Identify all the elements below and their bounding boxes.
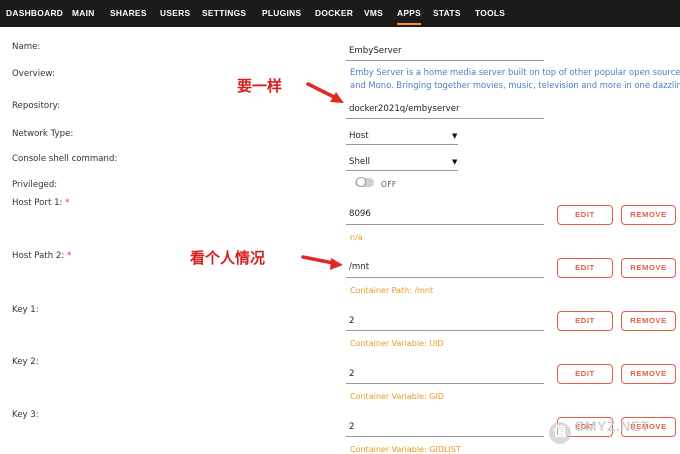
nav-vms[interactable]: VMS <box>364 0 383 27</box>
privileged-toggle[interactable] <box>355 177 374 187</box>
host-path-input[interactable]: /mnt <box>349 262 369 272</box>
privileged-label: Privileged: <box>12 180 58 190</box>
key2-underline <box>346 383 544 384</box>
key1-underline <box>346 330 544 331</box>
repository-input[interactable]: docker2021q/embyserver <box>349 104 460 114</box>
key2-label: Key 2: <box>12 357 39 367</box>
key3-label: Key 3: <box>12 410 39 420</box>
host-path-sub: Container Path: /mnt <box>350 286 434 295</box>
remove-button[interactable]: REMOVE <box>621 311 676 331</box>
overview-line-2: and Mono. Bringing together movies, musi… <box>350 79 680 90</box>
toggle-knob <box>356 177 366 187</box>
repository-label: Repository: <box>12 101 60 111</box>
key3-underline <box>346 436 544 437</box>
key1-label: Key 1: <box>12 305 39 315</box>
edit-button[interactable]: EDIT <box>557 205 613 225</box>
nav-main[interactable]: MAIN <box>72 0 95 27</box>
arrow-to-repository-icon <box>306 82 344 103</box>
annotation-depends: 看个人情况 <box>190 249 266 267</box>
host-port-sub: n/a <box>350 233 363 242</box>
watermark: SMYZ.NET <box>575 418 650 434</box>
network-type-label: Network Type: <box>12 129 74 139</box>
chevron-down-icon[interactable]: ▼ <box>452 132 457 140</box>
name-label: Name: <box>12 42 41 52</box>
annotation-same: 要一样 <box>237 77 283 95</box>
chevron-down-icon[interactable]: ▼ <box>452 158 457 166</box>
required-mark: * <box>65 198 70 208</box>
host-path-label-text: Host Path 2: <box>12 251 65 261</box>
remove-button[interactable]: REMOVE <box>621 258 676 278</box>
key2-sub: Container Variable: GID <box>350 392 444 401</box>
console-shell-select[interactable]: Shell <box>349 157 370 167</box>
nav-plugins[interactable]: PLUGINS <box>262 0 301 27</box>
name-input-underline <box>346 60 544 61</box>
overview-line-1: Emby Server is a home media server built… <box>350 67 680 77</box>
host-path-underline <box>346 277 544 278</box>
key1-input[interactable]: 2 <box>349 316 354 326</box>
top-nav: DASHBOARD MAIN SHARES USERS SETTINGS PLU… <box>0 0 680 27</box>
remove-button[interactable]: REMOVE <box>621 205 676 225</box>
key2-input[interactable]: 2 <box>349 369 354 379</box>
repository-input-underline <box>346 118 544 119</box>
network-type-select[interactable]: Host <box>349 131 369 141</box>
network-type-underline <box>346 144 458 145</box>
key1-sub: Container Variable: UID <box>350 339 444 348</box>
nav-settings[interactable]: SETTINGS <box>202 0 246 27</box>
host-port-label-text: Host Port 1: <box>12 198 63 208</box>
host-port-input[interactable]: 8096 <box>349 209 371 219</box>
overview-text: Emby Server is a home media server built… <box>350 66 680 91</box>
watermark-logo-icon: 值 <box>549 422 571 444</box>
host-port-label: Host Port 1: * <box>12 198 69 208</box>
edit-button[interactable]: EDIT <box>557 258 613 278</box>
edit-button[interactable]: EDIT <box>557 311 613 331</box>
key3-input[interactable]: 2 <box>349 422 354 432</box>
nav-shares[interactable]: SHARES <box>110 0 147 27</box>
console-shell-label: Console shell command: <box>12 154 118 164</box>
host-port-underline <box>346 224 544 225</box>
name-input[interactable]: EmbyServer <box>349 46 402 56</box>
nav-docker[interactable]: DOCKER <box>315 0 353 27</box>
nav-tools[interactable]: TOOLS <box>475 0 505 27</box>
arrow-to-host-path-icon <box>301 255 343 270</box>
console-shell-underline <box>346 170 458 171</box>
edit-button[interactable]: EDIT <box>557 364 613 384</box>
nav-stats[interactable]: STATS <box>433 0 461 27</box>
host-path-label: Host Path 2: * <box>12 251 71 261</box>
nav-dashboard[interactable]: DASHBOARD <box>6 0 63 27</box>
remove-button[interactable]: REMOVE <box>621 364 676 384</box>
overview-label: Overview: <box>12 69 55 79</box>
nav-apps[interactable]: APPS <box>397 0 422 27</box>
required-mark: * <box>67 251 72 261</box>
privileged-state: OFF <box>381 180 397 189</box>
nav-users[interactable]: USERS <box>160 0 190 27</box>
